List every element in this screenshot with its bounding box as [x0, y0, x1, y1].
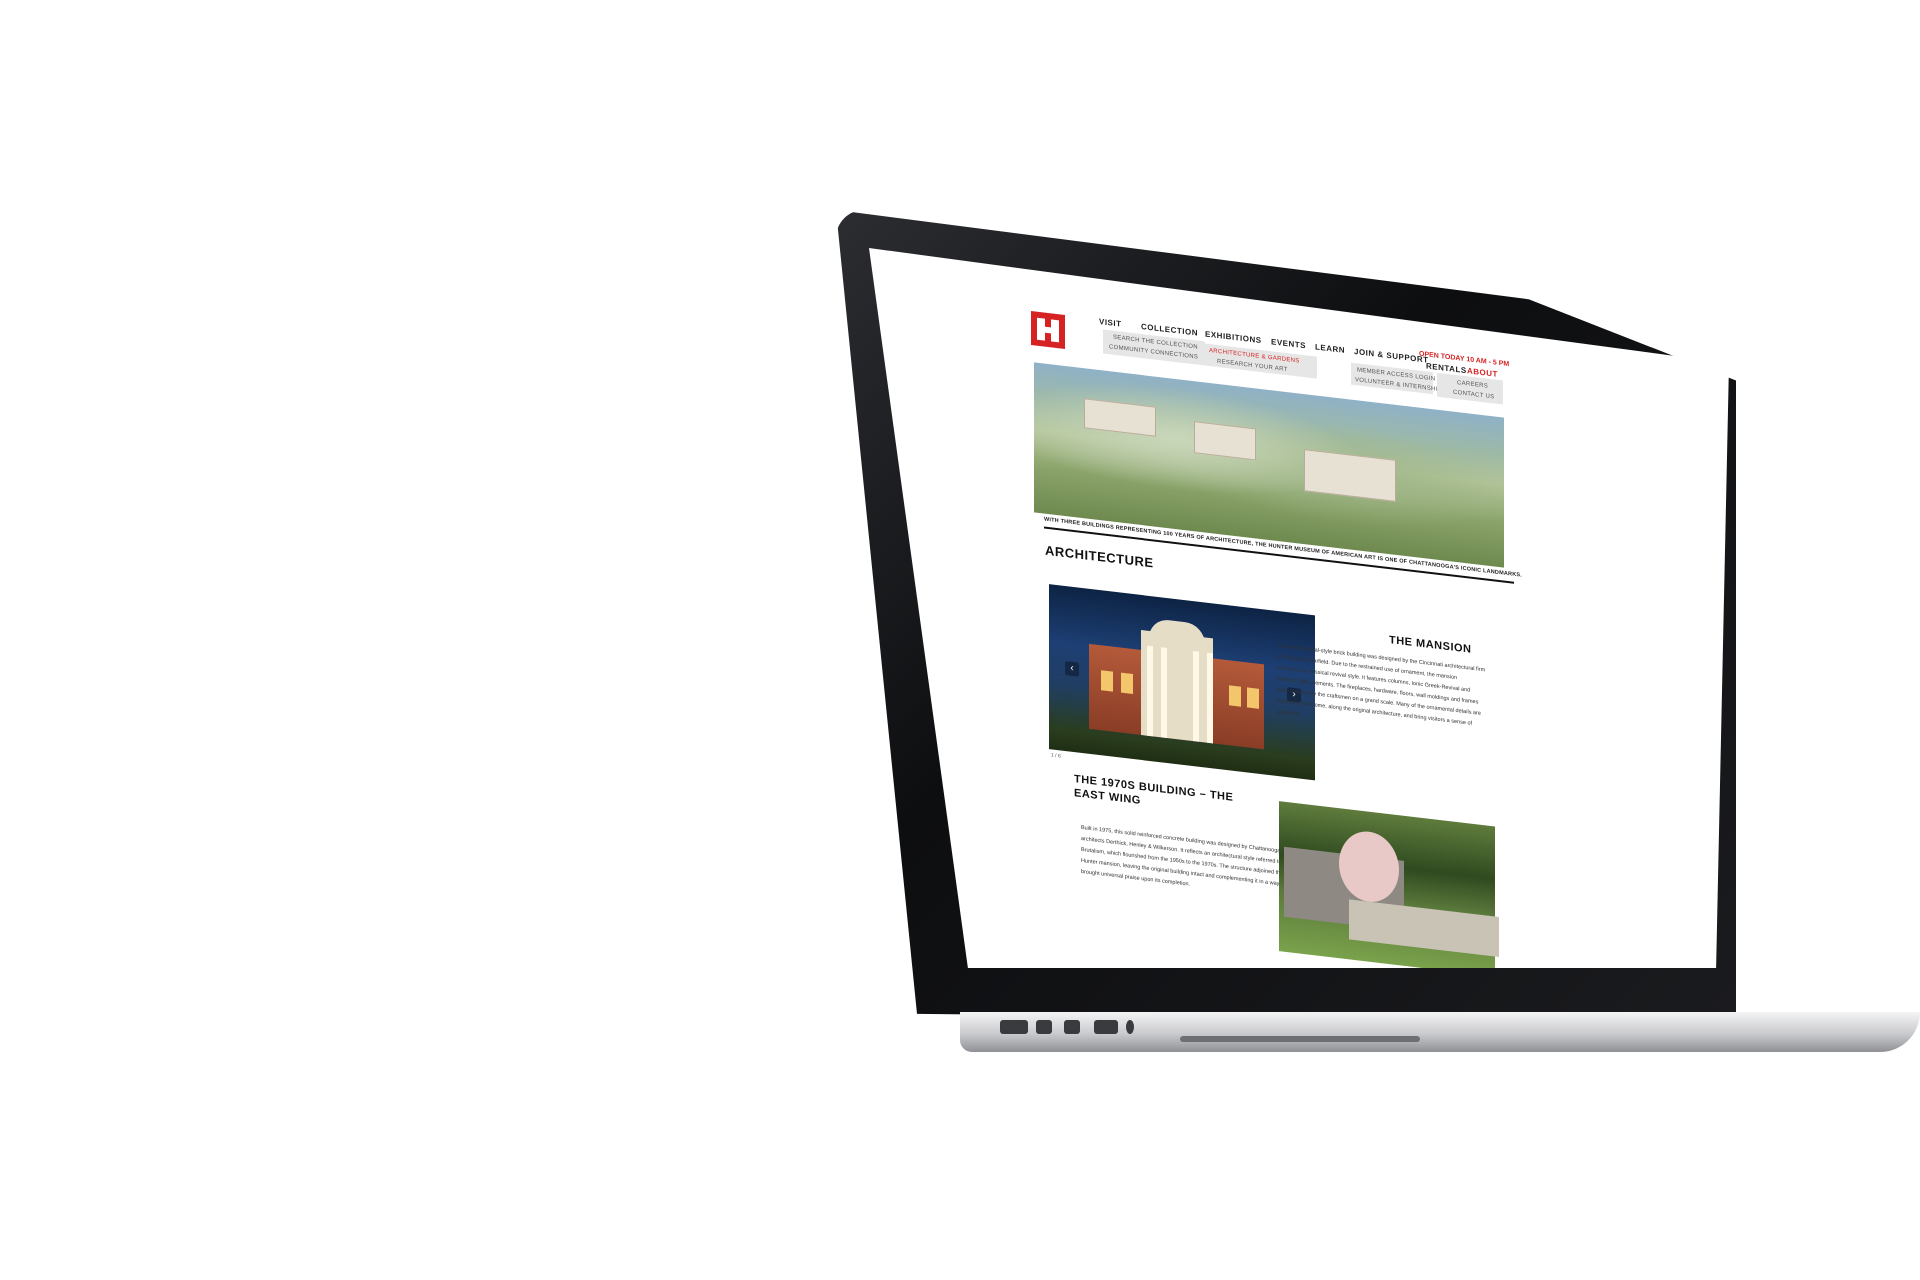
mansion-title: THE MANSION	[1389, 634, 1472, 656]
east-wing-description: Built in 1975, this solid reinforced con…	[1081, 824, 1291, 889]
thunderbolt-port-icon	[1036, 1020, 1052, 1034]
hero-building-mansion	[1194, 421, 1256, 461]
laptop-mockup: VISIT COLLECTION EXHIBITIONS EVENTS LEAR…	[0, 0, 1920, 1280]
magsafe-port-icon	[1000, 1020, 1028, 1034]
mansion-window	[1121, 672, 1133, 695]
website-page: VISIT COLLECTION EXHIBITIONS EVENTS LEAR…	[869, 248, 1729, 968]
nav-visit[interactable]: VISIT	[1099, 317, 1122, 329]
mansion-column	[1147, 645, 1153, 737]
mansion-window	[1101, 670, 1113, 692]
east-wing-title: THE 1970S BUILDING – THE EAST WING	[1074, 773, 1234, 807]
slider-prev-arrow-icon[interactable]: ‹	[1065, 661, 1079, 677]
nav-join-support[interactable]: JOIN & SUPPORT	[1354, 347, 1429, 365]
nav-learn[interactable]: LEARN	[1315, 342, 1345, 355]
mansion-window	[1229, 685, 1241, 707]
mansion-photo-slider[interactable]: ‹ ›	[1049, 584, 1315, 781]
mansion-column	[1193, 651, 1199, 742]
hero-aerial-image	[1034, 362, 1504, 568]
museum-logo[interactable]	[1029, 309, 1067, 351]
headphone-jack-icon	[1126, 1020, 1134, 1034]
mansion-column	[1161, 647, 1167, 739]
hero-building-east	[1304, 449, 1396, 502]
laptop-screen: VISIT COLLECTION EXHIBITIONS EVENTS LEAR…	[869, 248, 1729, 968]
nav-exhibitions[interactable]: EXHIBITIONS	[1205, 329, 1262, 345]
mansion-column	[1207, 652, 1213, 744]
east-wing-photo	[1279, 801, 1499, 968]
laptop-hinge	[1180, 1036, 1420, 1042]
nav-events[interactable]: EVENTS	[1271, 337, 1306, 350]
thunderbolt-port-icon	[1064, 1020, 1080, 1034]
hero-building-west	[1084, 398, 1156, 437]
page-title: ARCHITECTURE	[1045, 542, 1154, 571]
walkway	[1349, 899, 1499, 958]
usb-port-icon	[1094, 1020, 1118, 1034]
mansion-window	[1247, 687, 1259, 709]
slider-counter: 1 / 6	[1051, 752, 1061, 760]
